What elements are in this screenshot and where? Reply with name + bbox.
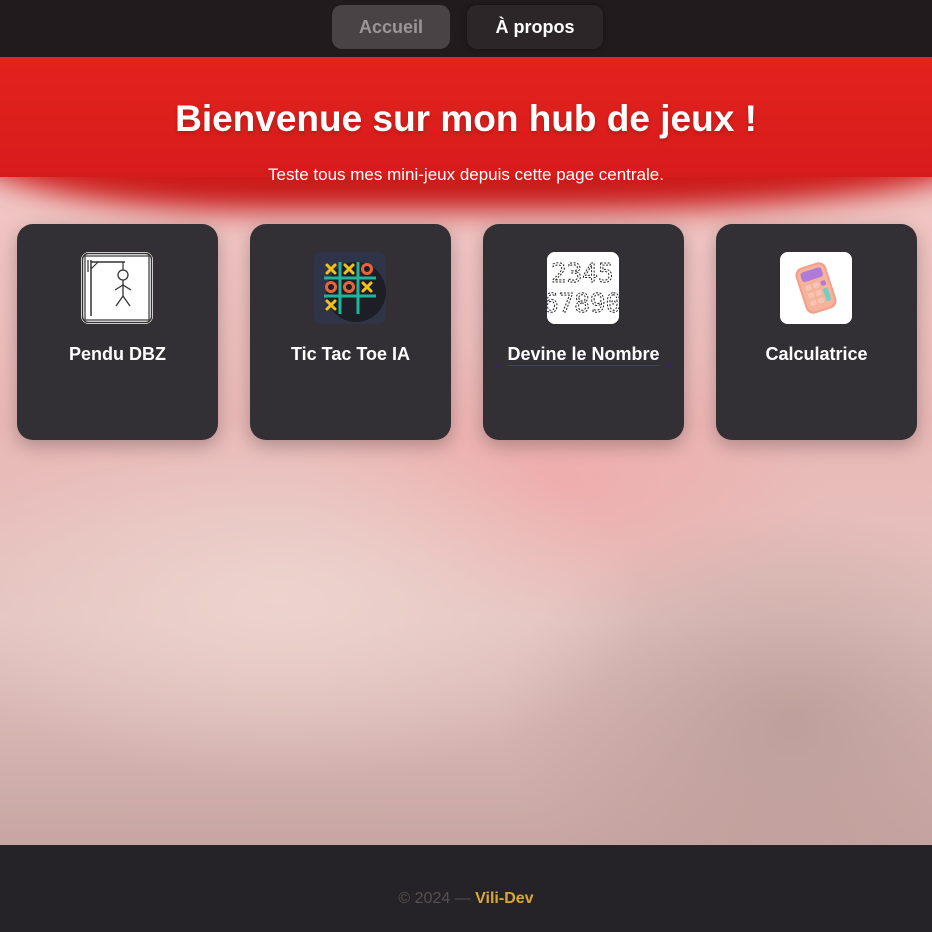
- footer-text: © 2024 — Vili-Dev: [0, 890, 932, 908]
- game-card-calculatrice[interactable]: Calculatrice: [716, 224, 917, 440]
- hangman-icon: [81, 252, 153, 324]
- game-card-label: Calculatrice: [765, 344, 868, 364]
- calculator-icon: [780, 252, 852, 324]
- game-card-devine[interactable]: 2345 67890 Devine le Nombre: [483, 224, 684, 440]
- numbers-icon: 2345 67890: [547, 252, 619, 324]
- game-card-label: Devine le Nombre: [507, 344, 660, 364]
- page-title: Bienvenue sur mon hub de jeux !: [175, 98, 757, 139]
- game-card-label: Tic Tac Toe IA: [290, 344, 411, 364]
- numbers-bottom-text: 67890: [547, 289, 619, 319]
- top-nav: Accueil À propos: [0, 0, 932, 57]
- game-card-label: Pendu DBZ: [69, 344, 166, 364]
- game-card-pendu[interactable]: Pendu DBZ: [17, 224, 218, 440]
- nav-about-button[interactable]: À propos: [467, 5, 603, 49]
- tic-tac-toe-icon: [314, 252, 386, 324]
- footer-copyright: © 2024 —: [398, 890, 471, 907]
- game-card-tictactoe[interactable]: Tic Tac Toe IA: [250, 224, 451, 440]
- footer-author-link[interactable]: Vili-Dev: [475, 890, 533, 907]
- numbers-top-text: 2345: [551, 259, 614, 289]
- page-subtitle: Teste tous mes mini-jeux depuis cette pa…: [268, 165, 664, 184]
- footer: © 2024 — Vili-Dev: [0, 845, 932, 932]
- nav-home-button[interactable]: Accueil: [332, 5, 450, 49]
